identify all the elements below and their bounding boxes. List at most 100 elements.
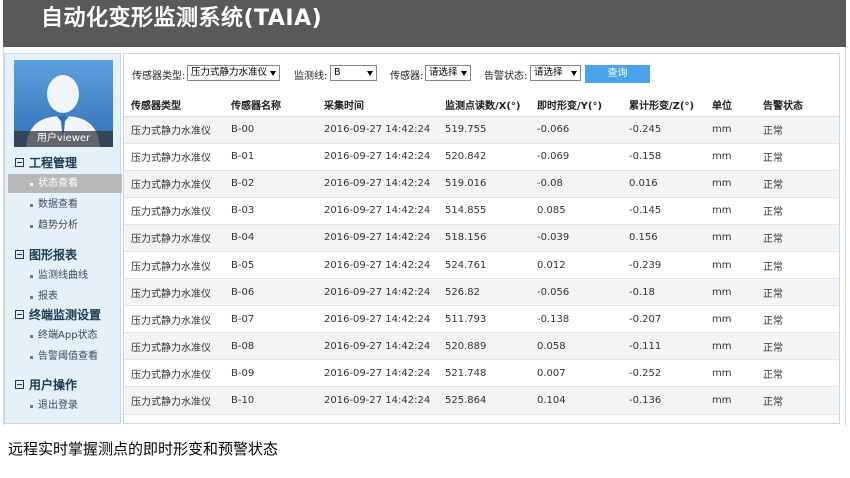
sidebar-item-label: 趋势分析	[38, 220, 78, 231]
column-header[interactable]: 采集时间	[324, 93, 445, 117]
table-cell: 正常	[763, 251, 839, 280]
alarm-select[interactable]: 请选择	[530, 65, 581, 81]
table-cell: 压力式静力水准仪	[124, 305, 231, 334]
sensor-type-value: 压力式静力水准仪	[191, 67, 268, 78]
table-cell: 520.842	[445, 143, 537, 171]
table-cell: 0.156	[629, 224, 712, 252]
sidebar-item-trend[interactable]: 趋势分析	[8, 216, 122, 235]
nav-group[interactable]: 图形报表	[15, 246, 77, 264]
table-cell: B-02	[231, 170, 324, 198]
bullet-icon	[30, 296, 33, 299]
table-cell: 526.82	[445, 278, 537, 307]
table-cell: -0.056	[537, 278, 629, 307]
table-cell: 0.104	[537, 386, 629, 415]
sensor-label: 传感器:	[390, 71, 424, 82]
nav-group[interactable]: 工程管理	[15, 154, 77, 172]
sensor-type-select[interactable]: 压力式静力水准仪	[187, 65, 280, 81]
table-cell: 2016-09-27 14:42:24	[324, 143, 445, 171]
table-cell: mm	[712, 170, 763, 198]
table-cell: -0.239	[629, 251, 712, 280]
table-cell: -0.145	[629, 197, 712, 225]
column-header[interactable]: 传感器名称	[231, 93, 324, 117]
sidebar-item-data[interactable]: 数据查看	[8, 195, 122, 214]
table-cell: -0.066	[537, 116, 629, 144]
sidebar-item-alarm-threshold[interactable]: 告警阈值查看	[8, 347, 122, 366]
table-cell: 正常	[763, 305, 839, 334]
column-header[interactable]: 监测点读数/X(°)	[445, 93, 537, 117]
table-cell: 压力式静力水准仪	[124, 332, 231, 361]
table-cell: -0.245	[629, 116, 712, 144]
table-cell: mm	[712, 359, 763, 388]
table-cell: -0.08	[537, 170, 629, 198]
sidebar-item-terminal-app[interactable]: 终端App状态	[8, 326, 122, 345]
table-row[interactable]: 压力式静力水准仪 B-01 2016-09-27 14:42:24 520.842 -0…	[124, 143, 839, 171]
user-name-label: 用户viewer	[14, 131, 113, 147]
line-select[interactable]: B	[330, 65, 377, 81]
column-header[interactable]: 累计形变/Z(°)	[629, 93, 712, 117]
line-label: 监测线:	[294, 71, 328, 82]
sidebar-item-status[interactable]: 状态查看	[8, 174, 122, 193]
query-button[interactable]: 查询	[585, 65, 650, 83]
table-cell: B-05	[231, 251, 324, 280]
sensor-type-label: 传感器类型:	[132, 71, 186, 82]
sidebar-item-line-curve[interactable]: 监测线曲线	[8, 266, 122, 285]
filter-bar: 传感器类型: 压力式静力水准仪 监测线: B 传感器: 请选择 告警状态: 请选…	[124, 54, 839, 90]
sidebar-item-label: 报表	[38, 291, 58, 302]
table-cell: 0.012	[537, 251, 629, 280]
nav-group[interactable]: 终端监测设置	[15, 306, 101, 324]
table-row[interactable]: 压力式静力水准仪 B-06 2016-09-27 14:42:24 526.82 -0.…	[124, 278, 839, 307]
bullet-icon	[30, 405, 33, 408]
table-cell: 正常	[763, 170, 839, 198]
table-cell: B-06	[231, 278, 324, 307]
table-cell: 压力式静力水准仪	[124, 170, 231, 198]
column-header[interactable]: 告警状态	[763, 93, 839, 117]
table-row[interactable]: 压力式静力水准仪 B-07 2016-09-27 14:42:24 511.793 -0…	[124, 305, 839, 334]
alarm-value: 请选择	[534, 67, 563, 78]
collapse-box-icon	[15, 250, 24, 259]
table-cell: 511.793	[445, 305, 537, 334]
user-avatar[interactable]: 用户viewer	[14, 60, 113, 147]
table-cell: mm	[712, 143, 763, 171]
sidebar-item-logout[interactable]: 退出登录	[8, 396, 122, 415]
table-cell: 正常	[763, 386, 839, 415]
app-title: 自动化变形监测系统(TAIA)	[41, 6, 323, 31]
table-cell: 2016-09-27 14:42:24	[324, 386, 445, 415]
nav-group[interactable]: 用户操作	[15, 376, 77, 394]
sidebar-item-label: 退出登录	[38, 400, 78, 411]
table-cell: 519.016	[445, 170, 537, 198]
table-cell: B-09	[231, 359, 324, 388]
table-row[interactable]: 压力式静力水准仪 B-08 2016-09-27 14:42:24 520.889 0.…	[124, 332, 839, 361]
bullet-icon	[30, 183, 33, 186]
table-cell: B-07	[231, 305, 324, 334]
column-header[interactable]: 传感器类型	[124, 93, 231, 117]
sidebar-item-label: 终端App状态	[38, 330, 98, 341]
table-row[interactable]: 压力式静力水准仪 B-00 2016-09-27 14:42:24 519.755 -0…	[124, 116, 839, 144]
table-row[interactable]: 压力式静力水准仪 B-03 2016-09-27 14:42:24 514.855 0.…	[124, 197, 839, 225]
table-cell: 压力式静力水准仪	[124, 116, 231, 144]
nav-group-label: 用户操作	[29, 378, 78, 392]
table-cell: mm	[712, 278, 763, 307]
collapse-box-icon	[15, 310, 24, 319]
column-header[interactable]: 单位	[712, 93, 763, 117]
table-cell: -0.18	[629, 278, 712, 307]
table-cell: 518.156	[445, 224, 537, 252]
sensor-select[interactable]: 请选择	[425, 65, 471, 81]
table-cell: 正常	[763, 197, 839, 225]
table-cell: 压力式静力水准仪	[124, 143, 231, 171]
table-cell: -0.138	[537, 305, 629, 334]
table-row[interactable]: 压力式静力水准仪 B-02 2016-09-27 14:42:24 519.016 -0…	[124, 170, 839, 198]
line-value: B	[334, 67, 341, 78]
table-row[interactable]: 压力式静力水准仪 B-04 2016-09-27 14:42:24 518.156 -0…	[124, 224, 839, 252]
table-cell: 0.016	[629, 170, 712, 198]
table-cell: mm	[712, 251, 763, 280]
column-header[interactable]: 即时形变/Y(°)	[537, 93, 629, 117]
table-cell: -0.158	[629, 143, 712, 171]
table-row[interactable]: 压力式静力水准仪 B-10 2016-09-27 14:42:24 525.864 0.…	[124, 386, 839, 415]
table-cell: 压力式静力水准仪	[124, 224, 231, 252]
sidebar-item-label: 告警阈值查看	[38, 351, 98, 362]
sensor-value: 请选择	[429, 67, 458, 78]
table-row[interactable]: 压力式静力水准仪 B-09 2016-09-27 14:42:24 521.748 0.…	[124, 359, 839, 388]
sensor-table: 传感器类型 传感器名称 采集时间 监测点读数/X(°) 即时形变/Y(°) 累计…	[124, 93, 839, 415]
table-row[interactable]: 压力式静力水准仪 B-05 2016-09-27 14:42:24 524.761 0.…	[124, 251, 839, 280]
sidebar-item-report[interactable]: 报表	[8, 287, 122, 306]
